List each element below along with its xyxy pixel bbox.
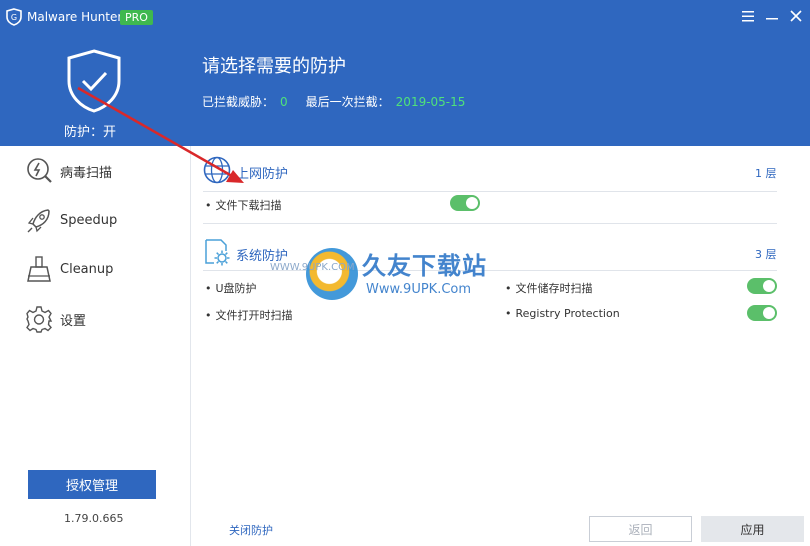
globe-icon — [203, 156, 231, 184]
section-title-system: 系统防护 — [236, 249, 289, 264]
sidebar-item-virus-scan[interactable]: 病毒扫描 — [24, 156, 112, 186]
last-block-date: 2019-05-15 — [395, 95, 466, 109]
section-divider — [203, 270, 777, 271]
watermark: WWW.9UPK.COM 久友下载站 Www.9UPK.Com — [270, 246, 500, 304]
item-label-file-download-scan: 文件下载扫描 — [205, 197, 282, 213]
sidebar-item-speedup[interactable]: Speedup — [24, 205, 117, 235]
back-button[interactable]: 返回 — [589, 516, 692, 542]
section-divider — [203, 223, 777, 224]
virus-scan-icon — [27, 158, 52, 183]
app-logo-icon: G — [6, 8, 22, 26]
sidebar-item-label: 设置 — [60, 313, 87, 329]
close-icon[interactable] — [788, 7, 804, 25]
sidebar-item-label: 病毒扫描 — [60, 165, 113, 181]
section-divider — [203, 191, 777, 192]
minimize-icon[interactable] — [764, 7, 780, 25]
watermark-url: Www.9UPK.Com — [366, 282, 472, 297]
shield-check-icon — [67, 49, 121, 113]
last-block-label: 最后一次拦截： — [305, 95, 390, 109]
gear-icon — [26, 306, 53, 333]
sidebar-item-label: Speedup — [60, 212, 118, 228]
sidebar-item-cleanup[interactable]: Cleanup — [24, 254, 113, 284]
page-title: 请选择需要的防护 — [202, 56, 346, 77]
svg-text:G: G — [11, 13, 17, 22]
protection-status: 防护：开 — [64, 125, 117, 140]
broom-icon — [27, 256, 51, 282]
blocked-label: 已拦截威胁： — [202, 95, 275, 109]
pro-badge: PRO — [120, 10, 153, 25]
item-label-registry-protection: Registry Protection — [505, 307, 620, 320]
header-bar: G Malware Hunter PRO 防护：开 请选择需要的防护 已拦截威胁… — [0, 0, 810, 146]
rocket-icon — [27, 209, 50, 233]
watermark-title: 久友下载站 — [362, 252, 487, 280]
toggle-registry-protection[interactable] — [747, 305, 777, 321]
disable-protection-link[interactable]: 关闭防护 — [229, 522, 273, 538]
section-title-web: 上网防护 — [236, 167, 289, 182]
web-layer-count: 1 层 — [755, 167, 777, 180]
app-title: Malware Hunter — [27, 10, 123, 24]
version-label: 1.79.0.665 — [64, 512, 124, 525]
sidebar-item-label: Cleanup — [60, 261, 114, 277]
license-management-button[interactable]: 授权管理 — [28, 470, 156, 499]
blocked-count: 0 — [280, 95, 288, 109]
apply-button[interactable]: 应用 — [701, 516, 804, 542]
item-label-file-open-scan: 文件打开时扫描 — [205, 307, 293, 323]
toggle-file-save-scan[interactable] — [747, 278, 777, 294]
system-layer-count: 3 层 — [755, 248, 777, 261]
item-label-usb-protection: U盘防护 — [205, 280, 257, 296]
threat-stats: 已拦截威胁： 0 最后一次拦截： 2019-05-15 — [202, 93, 465, 110]
toggle-file-download-scan[interactable] — [450, 195, 480, 211]
item-label-file-save-scan: 文件储存时扫描 — [505, 280, 593, 296]
sidebar: 病毒扫描 Speedup Cleanup 设置 授权管理 1.79.0.665 — [0, 146, 191, 546]
sidebar-item-settings[interactable]: 设置 — [24, 304, 86, 334]
menu-icon[interactable] — [740, 7, 756, 25]
watermark-logo-icon — [306, 248, 358, 300]
system-settings-icon — [205, 239, 230, 266]
